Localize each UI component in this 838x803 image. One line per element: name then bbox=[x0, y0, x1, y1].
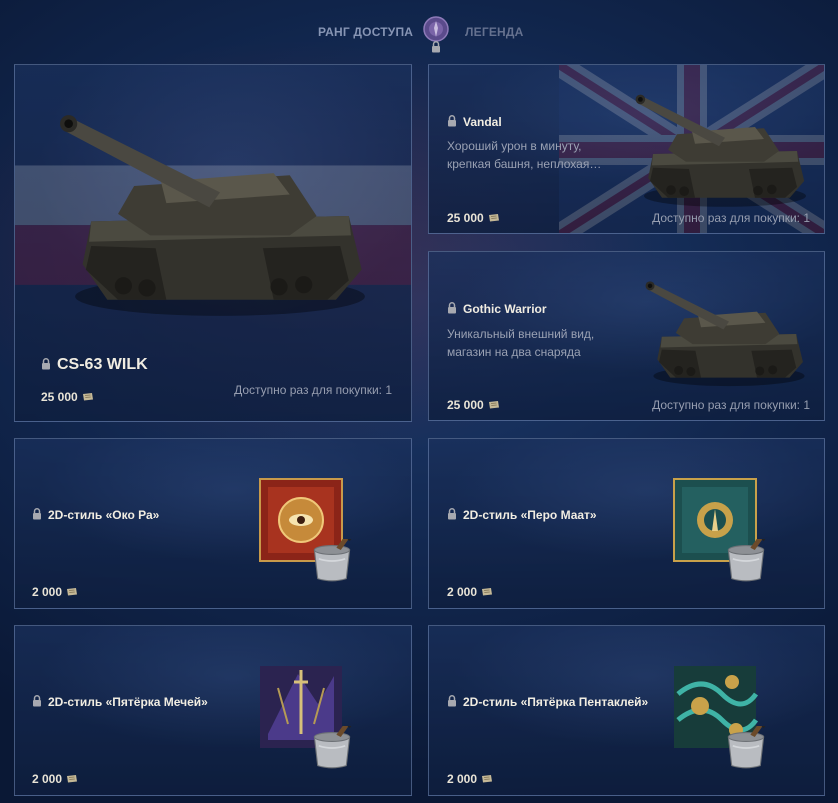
bonds-icon bbox=[488, 401, 500, 409]
lock-icon bbox=[32, 695, 42, 707]
card-title: Gothic Warrior bbox=[447, 302, 547, 316]
card-description: Уникальный внешний вид, магазин на два с… bbox=[447, 327, 595, 359]
lock-icon bbox=[447, 115, 457, 127]
card-vandal[interactable]: Vandal Хороший урон в минуту, крепкая ба… bbox=[428, 64, 825, 234]
bonds-icon bbox=[66, 588, 78, 596]
card-style-five-pentacles[interactable]: 2D-стиль «Пятёрка Пентаклей» 2 000 bbox=[428, 625, 825, 796]
card-description: Хороший урон в минуту, крепкая башня, не… bbox=[447, 139, 602, 171]
bonds-icon bbox=[488, 214, 500, 222]
price: 25 000 bbox=[447, 398, 500, 412]
lock-icon bbox=[41, 358, 51, 370]
bonds-icon bbox=[481, 588, 493, 596]
tank-image bbox=[635, 91, 815, 211]
rank-header: РАНГ ДОСТУПА ЛЕГЕНДА bbox=[0, 14, 838, 54]
price: 2 000 bbox=[32, 772, 78, 786]
bonds-icon bbox=[82, 393, 94, 401]
style-preview-image bbox=[260, 666, 354, 769]
card-title: 2D-стиль «Перо Маат» bbox=[447, 508, 597, 522]
card-cs63-wilk[interactable]: CS-63 WILK 25 000 Доступно раз для покуп… bbox=[14, 64, 412, 422]
card-gothic-warrior[interactable]: Gothic Warrior Уникальный внешний вид, м… bbox=[428, 251, 825, 421]
lock-icon bbox=[447, 302, 457, 314]
card-style-five-swords[interactable]: 2D-стиль «Пятёрка Мечей» 2 000 bbox=[14, 625, 412, 796]
availability: Доступно раз для покупки: 1 bbox=[234, 383, 392, 397]
card-title: 2D-стиль «Око Ра» bbox=[32, 508, 159, 522]
bonds-icon bbox=[481, 775, 493, 783]
rank-emblem-icon bbox=[423, 16, 449, 42]
availability: Доступно раз для покупки: 1 bbox=[652, 211, 810, 225]
price: 2 000 bbox=[447, 585, 493, 599]
card-style-oko-ra[interactable]: 2D-стиль «Око Ра» 2 000 bbox=[14, 438, 412, 609]
card-title: 2D-стиль «Пятёрка Пентаклей» bbox=[447, 695, 648, 709]
card-style-pero-maat[interactable]: 2D-стиль «Перо Маат» 2 000 bbox=[428, 438, 825, 609]
lock-icon bbox=[447, 508, 457, 520]
bonds-icon bbox=[66, 775, 78, 783]
lock-icon bbox=[447, 695, 457, 707]
legend-label: ЛЕГЕНДА bbox=[465, 25, 524, 39]
price: 2 000 bbox=[447, 772, 493, 786]
tank-image bbox=[59, 101, 381, 331]
card-title: CS-63 WILK bbox=[41, 356, 148, 374]
card-title: Vandal bbox=[447, 115, 502, 129]
availability: Доступно раз для покупки: 1 bbox=[652, 398, 810, 412]
tank-image bbox=[641, 278, 817, 390]
style-preview-image bbox=[673, 478, 768, 582]
rank-access-label: РАНГ ДОСТУПА bbox=[318, 25, 414, 39]
style-preview-image bbox=[674, 666, 768, 769]
style-preview-image bbox=[259, 478, 354, 582]
price: 25 000 bbox=[447, 211, 500, 225]
price: 25 000 bbox=[41, 390, 94, 404]
price: 2 000 bbox=[32, 585, 78, 599]
lock-icon bbox=[431, 41, 441, 53]
lock-icon bbox=[32, 508, 42, 520]
card-title: 2D-стиль «Пятёрка Мечей» bbox=[32, 695, 208, 709]
